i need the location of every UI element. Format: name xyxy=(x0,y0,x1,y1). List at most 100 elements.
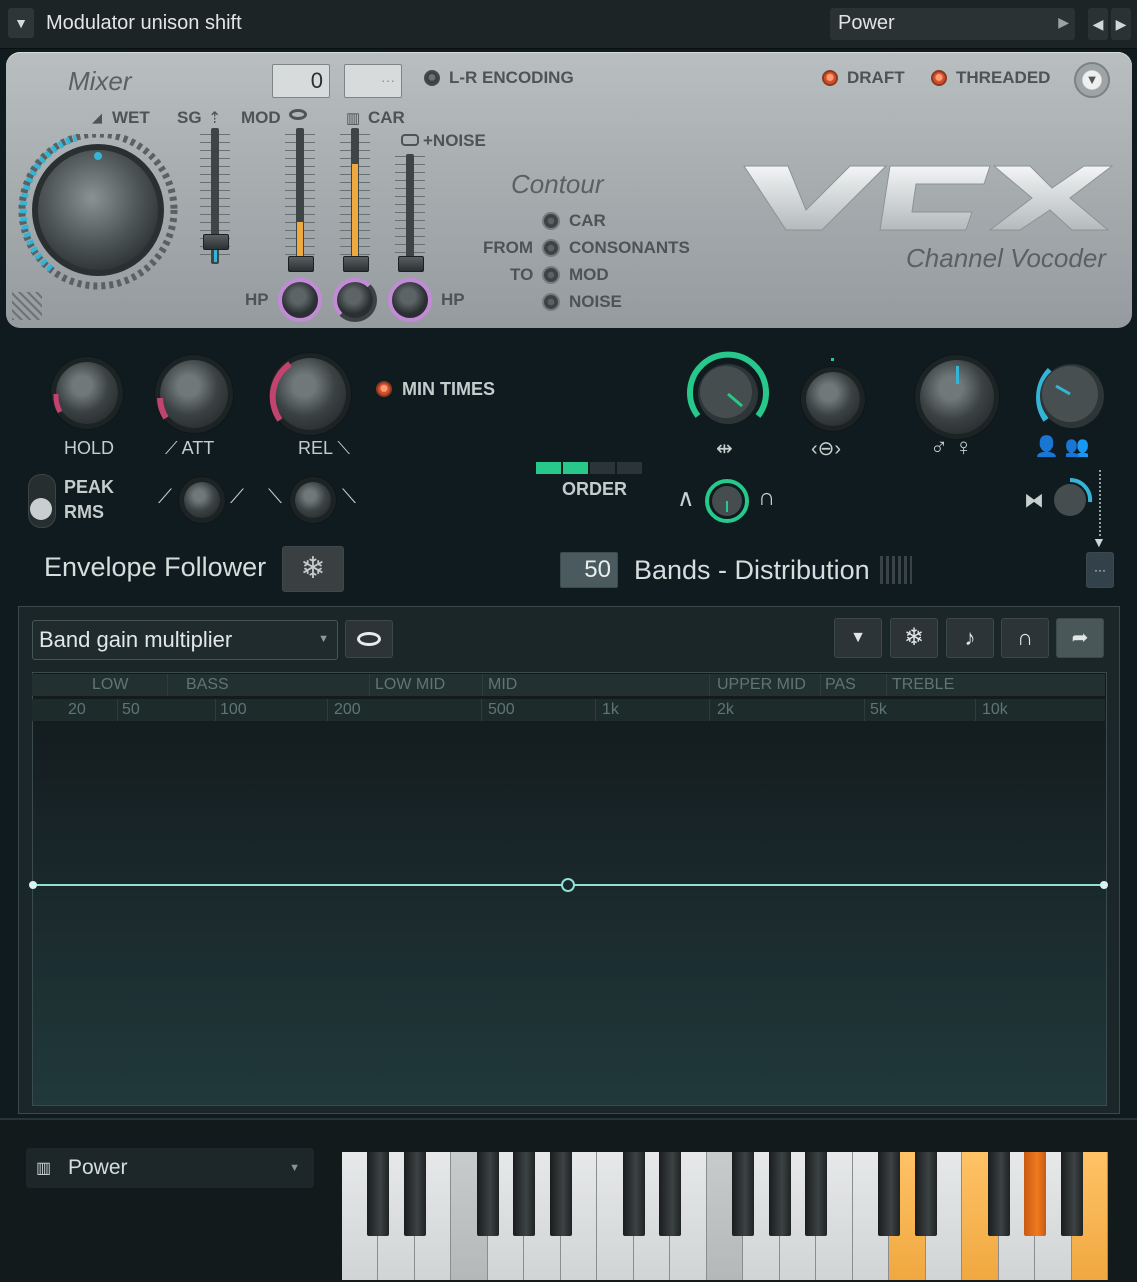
rms-label: RMS xyxy=(64,502,104,522)
freq-tick-2k: 2k xyxy=(713,699,865,721)
lr-encoding-led[interactable] xyxy=(424,70,440,86)
previous-preset-button[interactable]: ◀ xyxy=(1088,8,1108,40)
piano-black-key[interactable] xyxy=(1024,1152,1047,1236)
mod-fader-level xyxy=(297,222,303,258)
distribution-bars-icon[interactable] xyxy=(880,556,912,584)
keyboard-icon: ▥ xyxy=(346,110,361,127)
resize-grip-icon[interactable] xyxy=(12,292,42,320)
piano-black-key[interactable] xyxy=(1060,1152,1083,1236)
wet-knob[interactable] xyxy=(14,134,184,290)
rel-knob-arc xyxy=(269,361,292,422)
order-meter[interactable] xyxy=(536,462,642,474)
piano-black-key[interactable] xyxy=(622,1152,645,1236)
threaded-led[interactable] xyxy=(931,70,947,86)
noise-hp-knob[interactable] xyxy=(388,278,432,322)
plugin-title: Modulator unison shift xyxy=(46,12,242,34)
title-bar: ▼ Modulator unison shift Power ▶ ◀ ▶ xyxy=(0,0,1137,49)
snowflake-icon[interactable]: ❄ xyxy=(282,546,344,592)
bandpass-left-icon: ∧ xyxy=(677,485,695,512)
mod-label: MOD xyxy=(241,108,281,127)
lr-encoding-label: L-R ENCODING xyxy=(449,68,574,87)
gain-curve-end-point[interactable] xyxy=(1100,881,1108,889)
bandwidth-knob[interactable] xyxy=(704,478,750,524)
piano-black-key[interactable] xyxy=(768,1152,791,1236)
sg-label: SG xyxy=(177,108,202,127)
frequency-regions-row: LOW BASS BASS LOW MID MID UPPER MID PAS … xyxy=(32,674,1105,715)
sg-fader-handle[interactable] xyxy=(203,234,229,250)
hp-left-label: HP xyxy=(245,290,269,309)
car-hp-knob[interactable] xyxy=(333,278,377,322)
contour-option-mod: MOD xyxy=(569,265,609,284)
piano-keyboard[interactable] xyxy=(342,1152,1108,1280)
peak-rms-switch-handle[interactable] xyxy=(30,498,52,520)
gain-curve-mid-handle[interactable] xyxy=(561,878,575,892)
peak-label: PEAK xyxy=(64,477,115,497)
bands-count-box[interactable]: 50 xyxy=(560,552,618,588)
keyboard-preset-name: Power xyxy=(68,1156,128,1179)
mixer-blank-box[interactable]: ··· xyxy=(344,64,402,98)
mod-hp-knob[interactable] xyxy=(278,278,322,322)
contour-from-label: FROM xyxy=(483,238,534,257)
graph-mode-dropdown[interactable]: Band gain multiplier ▼ xyxy=(32,620,338,660)
piano-black-key[interactable] xyxy=(878,1152,901,1236)
contour-radio-mod[interactable] xyxy=(542,266,560,284)
mod-fader-handle[interactable] xyxy=(288,256,314,272)
piano-black-key[interactable] xyxy=(987,1152,1010,1236)
lips-icon xyxy=(357,632,381,646)
snowflake-icon[interactable]: ❄ xyxy=(890,618,938,658)
formant-shift-icon: ‹⊖› xyxy=(811,438,842,460)
car-fader-level xyxy=(352,164,358,258)
piano-black-key[interactable] xyxy=(403,1152,426,1236)
min-times-led[interactable] xyxy=(376,381,392,397)
gain-curve[interactable] xyxy=(28,876,1110,896)
keyboard-preset-selector[interactable]: ▥ Power ▼ xyxy=(26,1148,314,1188)
modulator-lips-button[interactable] xyxy=(345,620,393,658)
gain-curve-start-point[interactable] xyxy=(29,881,37,889)
piano-black-key[interactable] xyxy=(914,1152,937,1236)
next-preset-button[interactable]: ▶ xyxy=(1111,8,1131,40)
piano-black-key[interactable] xyxy=(732,1152,755,1236)
width-knob[interactable] xyxy=(1046,476,1094,524)
region-mid: MID xyxy=(484,674,710,696)
noise-fader-track[interactable] xyxy=(406,154,414,270)
contour-radio-consonants[interactable] xyxy=(542,239,560,257)
rel-text: REL xyxy=(298,438,333,458)
chevron-down-icon[interactable]: ▼ xyxy=(8,8,34,38)
release-shape-knob[interactable] xyxy=(295,482,331,518)
contour-radio-car[interactable] xyxy=(542,212,560,230)
spread-knob[interactable] xyxy=(684,350,772,438)
more-options-button[interactable]: ··· xyxy=(1086,552,1114,588)
mixer-title: Mixer xyxy=(68,66,132,96)
region-upper-mid: UPPER MID xyxy=(713,674,821,696)
piano-black-key[interactable] xyxy=(549,1152,572,1236)
region-low-mid: LOW MID xyxy=(371,674,483,696)
preset-selector[interactable]: Power ▶ xyxy=(830,8,1075,40)
options-menu-button[interactable]: ▼ xyxy=(1074,62,1110,98)
piano-black-key[interactable] xyxy=(805,1152,828,1236)
release-curve-icon: ⟍ xyxy=(337,438,350,458)
magnet-snap-icon[interactable]: ∩ xyxy=(1001,618,1049,658)
curve-tool-icon[interactable]: ♪ xyxy=(946,618,994,658)
piano-black-key[interactable] xyxy=(476,1152,499,1236)
mixer-value-box[interactable]: 0 xyxy=(272,64,330,98)
noise-fader-handle[interactable] xyxy=(398,256,424,272)
piano-black-key[interactable] xyxy=(513,1152,536,1236)
male-female-icon: ♂ ♀ xyxy=(930,434,973,461)
draw-arrow-icon[interactable]: ➦ xyxy=(1056,618,1104,658)
min-times-label: MIN TIMES xyxy=(402,379,495,399)
attack-shape-left-icon: ⟋ xyxy=(158,486,172,508)
contour-radio-noise[interactable] xyxy=(542,293,560,311)
unison-knob[interactable] xyxy=(1026,350,1118,442)
contour-option-car: CAR xyxy=(569,211,606,230)
stereo-spread-icon: ⇹ xyxy=(716,438,733,460)
piano-black-key[interactable] xyxy=(367,1152,390,1236)
draft-led[interactable] xyxy=(822,70,838,86)
graph-menu-button[interactable]: ▼ xyxy=(834,618,882,658)
attack-curve-icon: ⟋ xyxy=(165,438,178,458)
arrow-up-icon: ⇡ xyxy=(208,110,222,127)
piano-black-key[interactable] xyxy=(659,1152,682,1236)
car-fader-handle[interactable] xyxy=(343,256,369,272)
triangle-icon: ◢ xyxy=(92,110,102,125)
formant-knob[interactable] xyxy=(806,372,860,426)
attack-shape-knob[interactable] xyxy=(184,482,220,518)
